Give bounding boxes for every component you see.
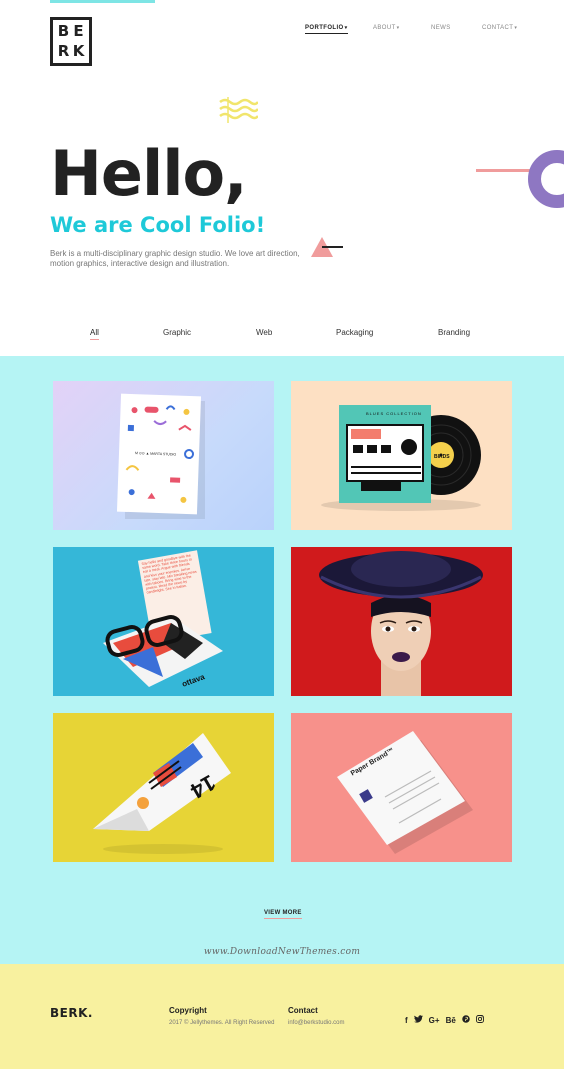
instagram-icon[interactable] — [475, 1015, 484, 1026]
chevron-down-icon: ▾ — [396, 25, 400, 31]
behance-icon[interactable]: Bē — [446, 1016, 456, 1026]
stationery-illustration: M ⊙⊙ ▲ MARTA STUDIO — [116, 393, 205, 519]
portfolio-card-folded-paper[interactable]: 14 — [53, 713, 274, 862]
watermark-text: www.DownloadNewThemes.com — [203, 947, 361, 957]
chevron-down-icon: ▾ — [514, 25, 518, 31]
nav-item-label: CONTACT — [482, 25, 514, 31]
facebook-icon[interactable]: f — [405, 1016, 408, 1026]
twitter-icon[interactable] — [413, 1015, 423, 1026]
main-nav: PORTFOLIO▾ ABOUT▾ NEWS CONTACT▾ — [0, 25, 564, 35]
google-plus-icon[interactable]: G+ — [429, 1016, 440, 1026]
pinterest-icon[interactable] — [462, 1015, 470, 1026]
ottava-text: ottava — [181, 672, 207, 689]
nav-item-label: NEWS — [431, 25, 451, 31]
logo-letter: K — [72, 41, 85, 60]
pink-line-decoration — [476, 169, 536, 172]
nav-item-portfolio[interactable]: PORTFOLIO▾ — [305, 25, 348, 34]
filter-web[interactable]: Web — [256, 328, 272, 337]
nav-item-news[interactable]: NEWS — [431, 25, 451, 31]
dash-decoration — [322, 246, 343, 248]
footer-brand: BERK. — [50, 1006, 93, 1020]
folded-paper-illustration: 14 — [93, 733, 231, 854]
portfolio-card-vinyl[interactable]: BIRDS BLUES COLLECTION — [291, 381, 512, 530]
top-accent-bar — [50, 0, 155, 3]
portrait-illustration — [319, 551, 483, 696]
portfolio-card-letterhead[interactable]: Paper Brand™ — [291, 713, 512, 862]
portfolio-card-stationery[interactable]: M ⊙⊙ ▲ MARTA STUDIO — [53, 381, 274, 530]
portfolio-card-portrait[interactable] — [291, 547, 512, 696]
footer-copyright-text: 2017 © Jellythemes. All Right Reserved — [169, 1020, 275, 1026]
filter-graphic[interactable]: Graphic — [163, 328, 191, 337]
social-links: f G+ Bē — [405, 1015, 484, 1026]
footer-copyright-title: Copyright — [169, 1006, 207, 1015]
filter-packaging[interactable]: Packaging — [336, 328, 373, 337]
logo-letter: R — [57, 41, 70, 60]
glasses-flyer-illustration: Say hello and goodbye with the same word… — [103, 550, 223, 689]
filter-branding[interactable]: Branding — [438, 328, 470, 337]
footer-contact-email[interactable]: info@berkstudio.com — [288, 1020, 344, 1026]
vinyl-illustration: BIRDS BLUES COLLECTION — [321, 405, 481, 511]
portfolio-section: M ⊙⊙ ▲ MARTA STUDIO BIRDS BLUES COLLECTI… — [0, 356, 564, 964]
wave-decoration — [219, 97, 258, 123]
hero-description: Berk is a multi-disciplinary graphic des… — [50, 249, 300, 268]
filter-all[interactable]: All — [90, 328, 99, 340]
nav-item-label: PORTFOLIO — [305, 25, 344, 31]
chevron-down-icon: ▾ — [344, 25, 348, 31]
nav-item-about[interactable]: ABOUT▾ — [373, 25, 400, 31]
footer-contact-title: Contact — [288, 1006, 318, 1015]
portfolio-card-glasses-flyer[interactable]: Say hello and goodbye with the same word… — [53, 547, 274, 696]
hero-subtitle: We are Cool Folio! — [50, 213, 266, 237]
letterhead-illustration: Paper Brand™ — [337, 731, 473, 854]
footer: BERK. Copyright 2017 © Jellythemes. All … — [0, 964, 564, 1069]
hero-title: Hello, — [50, 137, 248, 210]
purple-ring-decoration — [528, 150, 564, 208]
nav-item-label: ABOUT — [373, 25, 396, 31]
nav-item-contact[interactable]: CONTACT▾ — [482, 25, 517, 31]
view-more-link[interactable]: VIEW MORE — [264, 910, 302, 919]
vinyl-sleeve-title: BLUES COLLECTION — [366, 411, 422, 416]
